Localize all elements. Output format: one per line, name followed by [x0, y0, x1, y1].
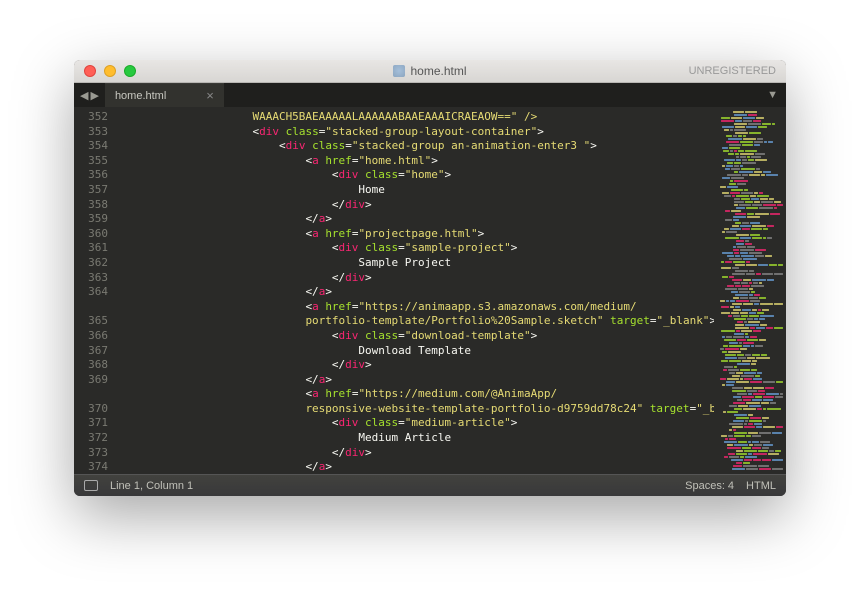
cursor-position[interactable]: Line 1, Column 1 [110, 480, 193, 492]
titlebar[interactable]: home.html UNREGISTERED [74, 60, 786, 83]
tab-label: home.html [115, 90, 166, 102]
minimize-window-button[interactable] [104, 65, 116, 77]
code-editor[interactable]: WAAACH5BAEAAAAALAAAAAABAAEAAAICRAEAOW=="… [116, 107, 714, 474]
tabbar: ◀ ▶ home.html × ▼ [74, 83, 786, 107]
close-tab-icon[interactable]: × [206, 88, 214, 103]
forward-button[interactable]: ▶ [90, 89, 98, 102]
indentation-setting[interactable]: Spaces: 4 [685, 480, 734, 492]
window-title: home.html [410, 64, 466, 78]
back-button[interactable]: ◀ [80, 89, 88, 102]
editor-area: 3523533543553563573583593603613623633643… [74, 107, 786, 474]
window-title-group: home.html [74, 64, 786, 78]
maximize-window-button[interactable] [124, 65, 136, 77]
editor-window: home.html UNREGISTERED ◀ ▶ home.html × ▼… [74, 60, 786, 496]
panel-icon[interactable] [84, 480, 98, 491]
unregistered-label: UNREGISTERED [689, 65, 776, 77]
file-icon [393, 65, 405, 77]
line-number-gutter[interactable]: 3523533543553563573583593603613623633643… [74, 107, 116, 474]
tab-menu-icon[interactable]: ▼ [767, 89, 778, 101]
nav-arrows: ◀ ▶ [74, 83, 105, 107]
minimap[interactable] [714, 107, 786, 474]
minimap-content [714, 107, 786, 474]
traffic-lights [74, 65, 136, 77]
close-window-button[interactable] [84, 65, 96, 77]
statusbar: Line 1, Column 1 Spaces: 4 HTML [74, 474, 786, 496]
language-mode[interactable]: HTML [746, 480, 776, 492]
tab-home-html[interactable]: home.html × [105, 83, 224, 107]
